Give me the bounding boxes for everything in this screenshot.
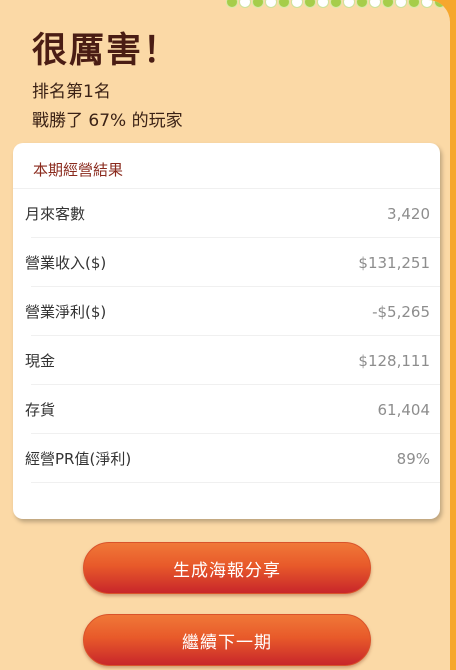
page-title: 很厲害！ bbox=[32, 31, 181, 71]
row-value: 89% bbox=[396, 449, 430, 468]
row-label: 經營PR值(淨利) bbox=[25, 450, 132, 468]
next-period-button[interactable]: 繼續下一期 bbox=[83, 614, 371, 666]
row-label: 月來客數 bbox=[25, 205, 86, 223]
result-panel: 很厲害！ 排名第1名 戰勝了 67% 的玩家 本期經營結果 月來客數 3,420… bbox=[0, 0, 450, 670]
results-card: 本期經營結果 月來客數 3,420 營業收入($) $131,251 營業淨利(… bbox=[13, 143, 440, 519]
row-value: $128,111 bbox=[358, 351, 430, 370]
row-value: $131,251 bbox=[358, 253, 430, 272]
result-row-net-profit: 營業淨利($) -$5,265 bbox=[13, 287, 440, 336]
result-row-cash: 現金 $128,111 bbox=[13, 336, 440, 385]
row-label: 營業淨利($) bbox=[25, 303, 107, 321]
results-heading: 本期經營結果 bbox=[33, 161, 124, 179]
result-row-revenue: 營業收入($) $131,251 bbox=[13, 238, 440, 287]
divider bbox=[31, 482, 440, 483]
rank-text: 排名第1名 bbox=[32, 82, 111, 102]
beat-percentage-text: 戰勝了 67% 的玩家 bbox=[32, 111, 183, 131]
row-value: 3,420 bbox=[387, 204, 430, 223]
share-poster-button[interactable]: 生成海報分享 bbox=[83, 542, 371, 594]
result-row-customers: 月來客數 3,420 bbox=[13, 189, 440, 238]
row-value: -$5,265 bbox=[372, 302, 430, 321]
row-value: 61,404 bbox=[377, 400, 431, 419]
row-label: 營業收入($) bbox=[25, 254, 107, 272]
row-label: 現金 bbox=[25, 352, 56, 370]
row-label: 存貨 bbox=[25, 401, 56, 419]
result-row-inventory: 存貨 61,404 bbox=[13, 385, 440, 434]
decorative-dots bbox=[226, 0, 450, 8]
result-row-pr-value: 經營PR值(淨利) 89% bbox=[13, 434, 440, 483]
